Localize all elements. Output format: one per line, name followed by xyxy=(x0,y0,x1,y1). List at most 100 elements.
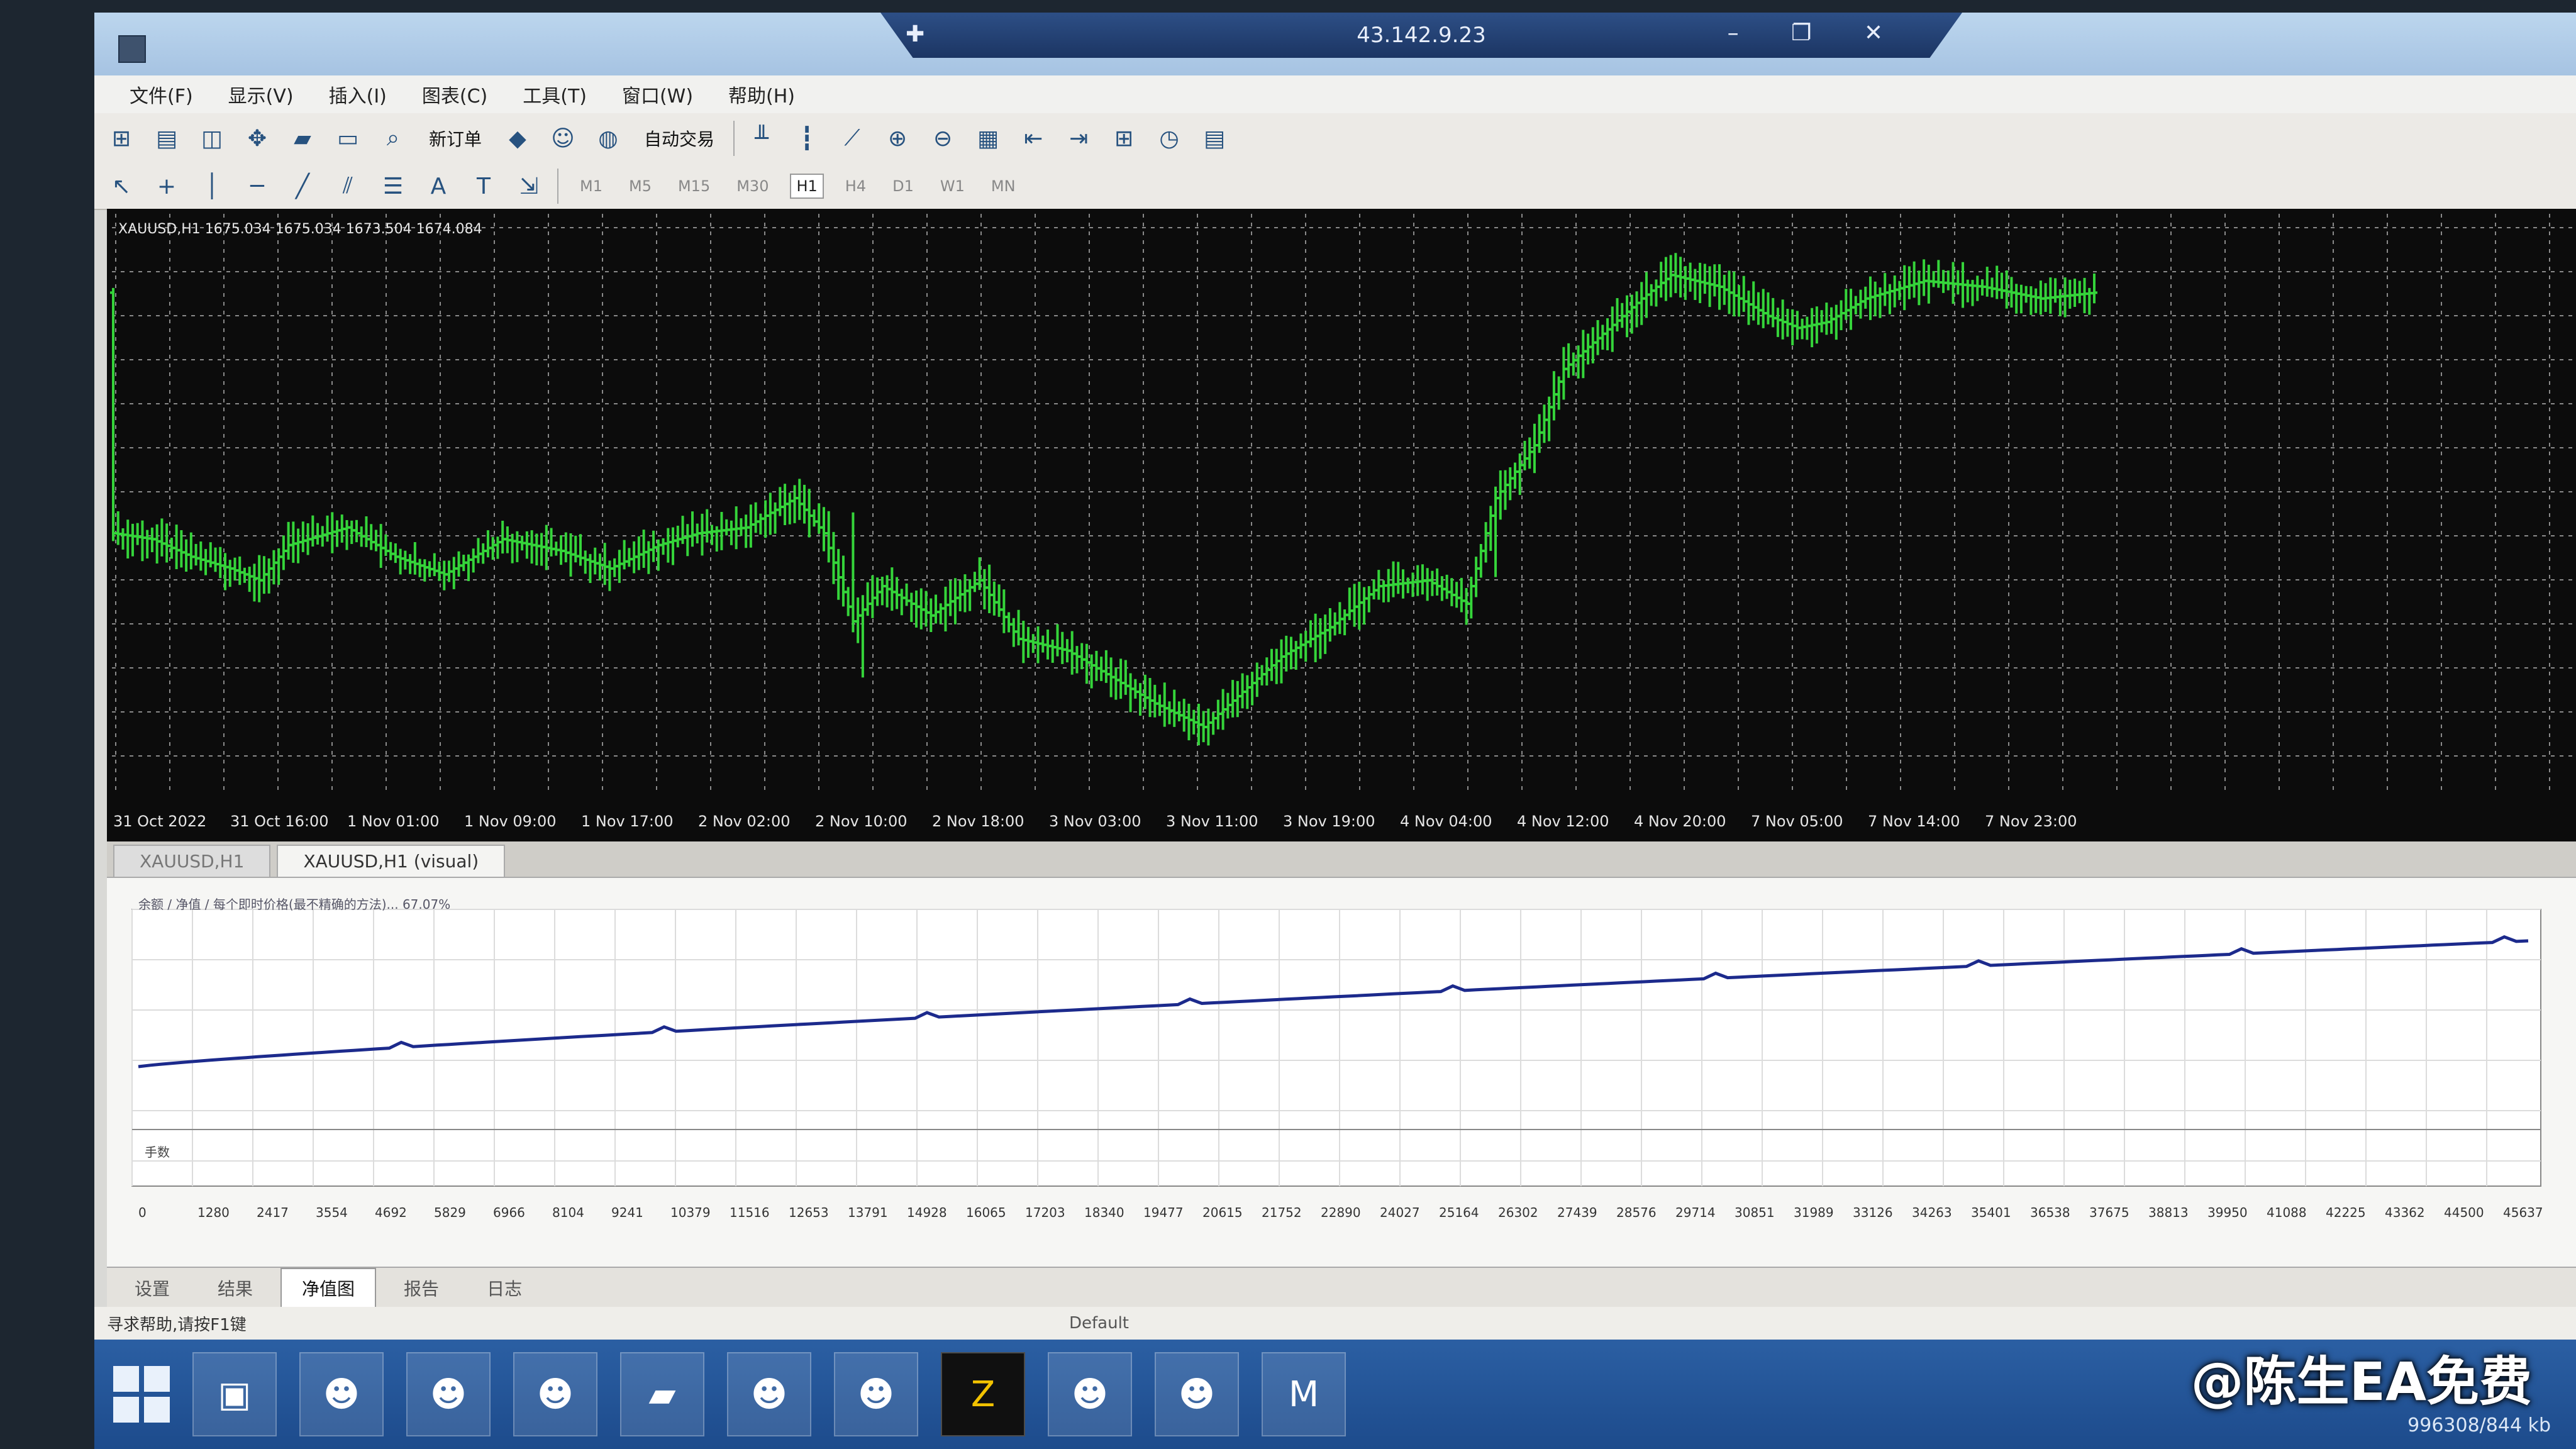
autoscroll-icon[interactable]: ⇤ xyxy=(1015,120,1052,157)
timeframe-d1[interactable]: D1 xyxy=(887,175,919,197)
tester-tab-settings[interactable]: 设置 xyxy=(114,1269,190,1307)
ohlc-bar xyxy=(1487,506,1494,551)
globe-icon[interactable]: ◍ xyxy=(590,120,626,157)
deal-tick-label: 11516 xyxy=(730,1205,770,1220)
ohlc-bar xyxy=(1609,306,1616,352)
deal-tick-label: 16065 xyxy=(966,1205,1006,1220)
gmail-icon[interactable]: M xyxy=(1262,1352,1346,1436)
ohlc-bar xyxy=(392,543,399,564)
folder-icon[interactable]: ▰ xyxy=(620,1352,704,1436)
users-app-icon[interactable]: ☻ xyxy=(727,1352,811,1436)
zoom-out-icon[interactable]: ⊖ xyxy=(924,120,961,157)
users-app-icon[interactable]: ☻ xyxy=(513,1352,597,1436)
trading-terminal-icon[interactable]: Z xyxy=(941,1352,1025,1436)
folder-icon[interactable]: ▰ xyxy=(284,120,321,157)
ohlc-bar xyxy=(752,502,759,533)
candlestick-icon[interactable]: ┇ xyxy=(789,120,825,157)
line-chart-icon[interactable]: ⟋ xyxy=(834,120,870,157)
timeframe-h1[interactable]: H1 xyxy=(790,174,824,199)
timeframe-mn[interactable]: MN xyxy=(986,175,1021,197)
ohlc-bar xyxy=(1731,271,1738,317)
menu-view[interactable]: 显示(V) xyxy=(228,80,294,108)
time-tick-label: 4 Nov 20:00 xyxy=(1634,813,1726,830)
users-app-icon[interactable]: ☻ xyxy=(834,1352,918,1436)
new-order-button[interactable]: 新订单 xyxy=(420,120,491,157)
vertical-line-icon[interactable]: │ xyxy=(194,168,230,204)
channel-icon[interactable]: ⫽ xyxy=(330,168,366,204)
periods-icon[interactable]: ◷ xyxy=(1151,120,1187,157)
windows-start-icon[interactable] xyxy=(113,1366,170,1423)
window-controls[interactable]: – ❐ ✕ xyxy=(1728,20,1906,46)
ohlc-bar xyxy=(285,521,292,560)
ohlc-bar xyxy=(1287,636,1294,670)
templates-icon[interactable]: ▤ xyxy=(1196,120,1233,157)
navigator-icon[interactable]: ✥ xyxy=(239,120,275,157)
users-app-icon[interactable]: ☻ xyxy=(299,1352,384,1436)
menu-help[interactable]: 帮助(H) xyxy=(728,80,795,108)
menu-file[interactable]: 文件(F) xyxy=(130,80,193,108)
crosshair-icon[interactable]: + xyxy=(148,168,185,204)
new-chart-icon[interactable]: ⊞ xyxy=(103,120,140,157)
menu-insert[interactable]: 插入(I) xyxy=(329,80,387,108)
timeframe-m5[interactable]: M5 xyxy=(624,175,657,197)
time-tick-label: 2 Nov 02:00 xyxy=(698,813,791,830)
deal-tick-label: 20615 xyxy=(1202,1205,1243,1220)
ohlc-bar xyxy=(942,586,949,632)
users-app-icon[interactable]: ☻ xyxy=(1155,1352,1239,1436)
text-label-icon[interactable]: T xyxy=(465,168,502,204)
timeframe-m15[interactable]: M15 xyxy=(673,175,715,197)
text-icon[interactable]: A xyxy=(420,168,457,204)
strategy-tester-icon[interactable]: ⌕ xyxy=(375,120,411,157)
ohlc-bar xyxy=(1346,587,1353,621)
timeframe-h4[interactable]: H4 xyxy=(840,175,871,197)
ohlc-bar xyxy=(947,580,954,616)
bar-chart-icon[interactable]: ╨ xyxy=(743,120,780,157)
ohlc-bar xyxy=(1312,613,1319,662)
users-app-icon[interactable]: ☻ xyxy=(406,1352,491,1436)
terminal-icon[interactable]: ▭ xyxy=(330,120,366,157)
metaeditor-icon[interactable]: ◆ xyxy=(499,120,536,157)
tester-tab-graph[interactable]: 净值图 xyxy=(280,1268,377,1308)
ohlc-bar xyxy=(806,489,813,538)
zoom-in-icon[interactable]: ⊕ xyxy=(879,120,916,157)
auto-trading-button[interactable]: 自动交易 xyxy=(635,120,723,157)
horizontal-line-icon[interactable]: ─ xyxy=(239,168,275,204)
market-watch-icon[interactable]: ◫ xyxy=(194,120,230,157)
price-chart[interactable]: XAUUSD,H1 1675.034 1675.034 1673.504 167… xyxy=(107,209,2576,875)
ohlc-bar xyxy=(1653,279,1660,307)
ohlc-bar xyxy=(1443,574,1450,599)
lots-sublabel: 手数 xyxy=(145,1145,170,1160)
cursor-icon[interactable]: ↖ xyxy=(103,168,140,204)
ohlc-bar xyxy=(1736,285,1743,317)
timeframe-m30[interactable]: M30 xyxy=(731,175,774,197)
chart-tab-xauusd[interactable]: XAUUSD,H1 xyxy=(113,845,271,877)
chart-shift-icon[interactable]: ⇥ xyxy=(1060,120,1097,157)
chart-symbol-info: XAUUSD,H1 1675.034 1675.034 1673.504 167… xyxy=(118,221,482,237)
profiles-icon[interactable]: ▤ xyxy=(148,120,185,157)
tester-tab-journal[interactable]: 日志 xyxy=(467,1269,542,1307)
pin-icon[interactable]: ✚ xyxy=(906,21,924,47)
user-icon[interactable]: ☺ xyxy=(545,120,581,157)
computer-icon[interactable]: ▣ xyxy=(192,1352,277,1436)
indicators-icon[interactable]: ⊞ xyxy=(1106,120,1142,157)
chart-tab-xauusd-visual[interactable]: XAUUSD,H1 (visual) xyxy=(277,845,506,877)
tester-tab-results[interactable]: 结果 xyxy=(197,1269,273,1307)
time-tick-label: 31 Oct 2022 xyxy=(113,813,207,830)
arrows-icon[interactable]: ⇲ xyxy=(511,168,547,204)
ohlc-bar xyxy=(1672,253,1679,294)
timeframe-w1[interactable]: W1 xyxy=(935,175,970,197)
menu-window[interactable]: 窗口(W) xyxy=(622,80,693,108)
timeframe-m1[interactable]: M1 xyxy=(575,175,608,197)
tester-tab-report[interactable]: 报告 xyxy=(384,1269,459,1307)
ohlc-bar xyxy=(1896,280,1903,301)
users-app-icon[interactable]: ☻ xyxy=(1048,1352,1132,1436)
trendline-icon[interactable]: ╱ xyxy=(284,168,321,204)
ohlc-bar xyxy=(509,533,516,564)
standard-toolbar: ⊞ ▤ ◫ ✥ ▰ ▭ ⌕ 新订单 ◆ ☺ ◍ 自动交易 ╨ ┇ ⟋ ⊕ ⊖ ▦… xyxy=(94,113,2576,164)
ohlc-bar xyxy=(1633,291,1640,328)
menu-charts[interactable]: 图表(C) xyxy=(422,80,487,108)
menu-tools[interactable]: 工具(T) xyxy=(523,80,587,108)
tile-windows-icon[interactable]: ▦ xyxy=(970,120,1006,157)
fibonacci-icon[interactable]: ☰ xyxy=(375,168,411,204)
ohlc-bar xyxy=(1925,264,1932,304)
